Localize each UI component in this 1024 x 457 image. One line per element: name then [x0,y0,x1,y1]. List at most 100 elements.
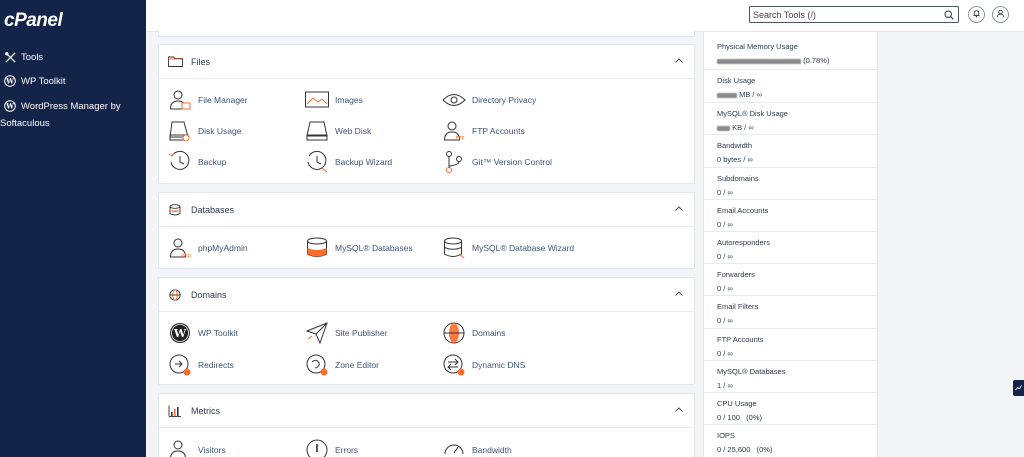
stats-toggle-button[interactable] [1013,380,1024,396]
metrics-panel-header[interactable]: Metrics [159,394,694,428]
git-icon [442,150,466,174]
stat-autoresponders: Autoresponders 0 / ∞ [704,232,879,264]
tool-ftp-accounts[interactable]: FTP FTP Accounts [442,119,525,143]
tool-bandwidth[interactable]: Bandwidth [442,438,512,457]
top-header [146,0,1024,32]
tool-mysql-databases[interactable]: MySQL® Databases [305,236,413,260]
folder-icon [167,56,183,68]
disk-icon [168,119,192,143]
stat-email-filters: Email Filters 0 / ∞ [704,296,879,329]
databases-panel: Databases php phpMyAdmin MySQL® Database… [158,192,695,269]
eye-icon [442,88,466,112]
tool-zone-editor[interactable]: Zone Editor [305,353,379,377]
search-input[interactable] [750,7,942,22]
user-button[interactable] [992,6,1009,23]
tool-file-manager[interactable]: File Manager [168,88,248,112]
stat-cpu-usage: CPU Usage 0 / 100 (0%) [704,393,879,425]
stat-physical-memory: Physical Memory Usage (0.78%) [704,32,879,70]
redacted-value [717,125,730,131]
paper-plane-icon [305,321,329,345]
search-icon[interactable] [942,8,956,22]
tool-backup[interactable]: Backup [168,150,226,174]
backup-icon [168,150,192,174]
search-box [749,6,959,23]
stat-bandwidth: Bandwidth 0 bytes / ∞ [704,135,879,168]
tool-web-disk[interactable]: Web Disk [305,119,371,143]
tool-wp-toolkit[interactable]: W WP Toolkit [168,321,238,345]
section-title: Metrics [191,405,220,416]
sidebar-item-label: WordPress Manager by Softaculous [0,101,121,129]
stat-mysql-disk-usage: MySQL® Disk Usage KB / ∞ [704,103,879,135]
tool-directory-privacy[interactable]: Directory Privacy [442,88,536,112]
images-icon [305,88,329,112]
globe-icon [442,321,466,345]
stat-iops: IOPS 0 / 25,600 (0%) [717,431,773,454]
speedometer-icon [442,438,466,457]
redirect-icon [168,353,192,377]
visitors-icon [168,438,192,457]
cpanel-logo[interactable]: cPanel [4,10,63,32]
sidebar-item-label: WP Toolkit [21,76,66,87]
chart-icon [1015,383,1022,393]
chevron-up-icon[interactable] [674,405,684,415]
previous-panel-bottom [158,30,695,37]
error-icon [305,438,329,457]
ftp-user-icon: FTP [442,119,466,143]
stat-mysql-databases: MySQL® Databases 1 / ∞ [704,361,879,393]
sidebar-item-label: Tools [21,52,44,63]
redacted-value [717,92,737,98]
domains-panel: Domains W WP Toolkit Site Publisher Doma… [158,277,695,385]
stat-ftp-accounts: FTP Accounts 0 / ∞ [704,329,879,361]
svg-text:W: W [5,77,14,86]
sidebar: cPanel Tools W WP Toolkit W WordPress Ma… [0,0,146,457]
zone-editor-icon [305,353,329,377]
tool-images[interactable]: Images [305,88,363,112]
tool-phpmyadmin[interactable]: php phpMyAdmin [168,236,248,260]
statistics-panel: Physical Memory Usage (0.78%) Disk Usage… [703,32,879,457]
section-title: Domains [191,289,227,300]
wordpress-icon: W [4,75,16,87]
tool-errors[interactable]: Errors [305,438,358,457]
sidebar-item-wp-toolkit[interactable]: W WP Toolkit [4,73,141,90]
redacted-value [717,58,801,64]
tool-site-publisher[interactable]: Site Publisher [305,321,387,345]
chevron-up-icon[interactable] [674,56,684,66]
databases-panel-header[interactable]: Databases [159,193,694,227]
sidebar-item-wordpress-manager[interactable]: W WordPress Manager by Softaculous [0,98,135,132]
section-title: Databases [191,204,235,215]
chevron-up-icon[interactable] [674,204,684,214]
sidebar-item-tools[interactable]: Tools [4,49,141,66]
globe-icon [167,288,183,301]
database-icon [167,203,183,216]
bar-chart-icon [167,405,183,417]
files-panel-header[interactable]: Files [159,45,694,79]
tool-redirects[interactable]: Redirects [168,353,234,377]
bell-icon [972,9,981,20]
svg-text:FTP: FTP [456,136,465,142]
tools-icon [4,51,16,63]
notifications-button[interactable] [968,6,985,23]
svg-text:php: php [181,253,191,259]
tool-disk-usage[interactable]: Disk Usage [168,119,241,143]
backup-wizard-icon [305,150,329,174]
mysql-wizard-icon [442,236,466,260]
tool-git-version-control[interactable]: Git™ Version Control [442,150,552,174]
file-manager-icon [168,88,192,112]
svg-text:W: W [173,327,187,340]
tool-dynamic-dns[interactable]: Dynamic DNS [442,353,525,377]
domains-panel-header[interactable]: Domains [159,278,694,312]
tool-backup-wizard[interactable]: Backup Wizard [305,150,392,174]
web-disk-icon [305,119,329,143]
stat-email-accounts: Email Accounts 0 / ∞ [704,200,879,232]
mysql-database-icon [305,236,329,260]
user-icon [996,9,1005,20]
files-panel: Files File Manager Images Directory Priv… [158,44,695,184]
tool-domains[interactable]: Domains [442,321,506,345]
phpmyadmin-icon: php [168,236,192,260]
chevron-up-icon[interactable] [674,289,684,299]
section-title: Files [191,56,211,67]
wordpress-icon: W [168,321,192,345]
dynamic-dns-icon [442,353,466,377]
tool-visitors[interactable]: Visitors [168,438,226,457]
tool-mysql-database-wizard[interactable]: MySQL® Database Wizard [442,236,574,260]
